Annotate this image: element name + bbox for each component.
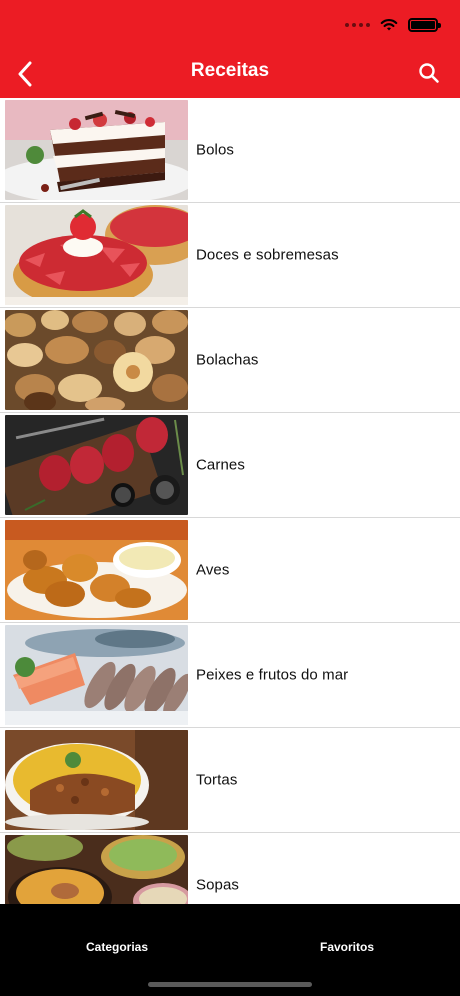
category-label: Bolachas (196, 351, 259, 369)
category-label: Sopas (196, 876, 240, 894)
category-label: Aves (196, 561, 230, 579)
steaks-photo (5, 415, 188, 515)
strawberry-tart-photo (5, 205, 188, 305)
category-row-sopas[interactable]: Sopas (0, 833, 460, 904)
nav-header: Receitas (0, 0, 460, 98)
cake-slice-photo (5, 100, 188, 200)
recipes-screen: Receitas Bolos Doces e sobremesas Bolach… (0, 0, 460, 996)
battery-icon (408, 18, 441, 32)
category-list: Bolos Doces e sobremesas Bolachas Carnes… (0, 98, 460, 904)
chevron-left-icon (18, 61, 32, 87)
category-row-peixes[interactable]: Peixes e frutos do mar (0, 623, 460, 728)
pie-photo (5, 730, 188, 830)
status-bar (345, 16, 441, 34)
category-row-tortas[interactable]: Tortas (0, 728, 460, 833)
tab-favoritos[interactable]: Favoritos (320, 940, 374, 954)
cookies-photo (5, 310, 188, 410)
tab-categorias[interactable]: Categorias (86, 940, 148, 954)
category-row-carnes[interactable]: Carnes (0, 413, 460, 518)
search-icon (419, 63, 439, 83)
category-label: Carnes (196, 456, 245, 474)
page-title: Receitas (190, 60, 270, 81)
category-label: Tortas (196, 771, 238, 789)
category-label: Peixes e frutos do mar (196, 666, 349, 684)
fried-chicken-photo (5, 520, 188, 620)
back-button[interactable] (10, 58, 40, 90)
salmon-shrimp-photo (5, 625, 188, 725)
wifi-icon (380, 18, 398, 31)
category-row-bolos[interactable]: Bolos (0, 98, 460, 203)
signal-icon (345, 23, 370, 27)
category-row-aves[interactable]: Aves (0, 518, 460, 623)
category-label: Doces e sobremesas (196, 246, 339, 264)
category-label: Bolos (196, 141, 235, 159)
category-row-bolachas[interactable]: Bolachas (0, 308, 460, 413)
home-indicator[interactable] (148, 982, 312, 987)
tab-bar: Categorias Favoritos (0, 904, 460, 996)
search-button[interactable] (416, 59, 442, 87)
category-row-doces[interactable]: Doces e sobremesas (0, 203, 460, 308)
soup-bowls-photo (5, 835, 188, 904)
